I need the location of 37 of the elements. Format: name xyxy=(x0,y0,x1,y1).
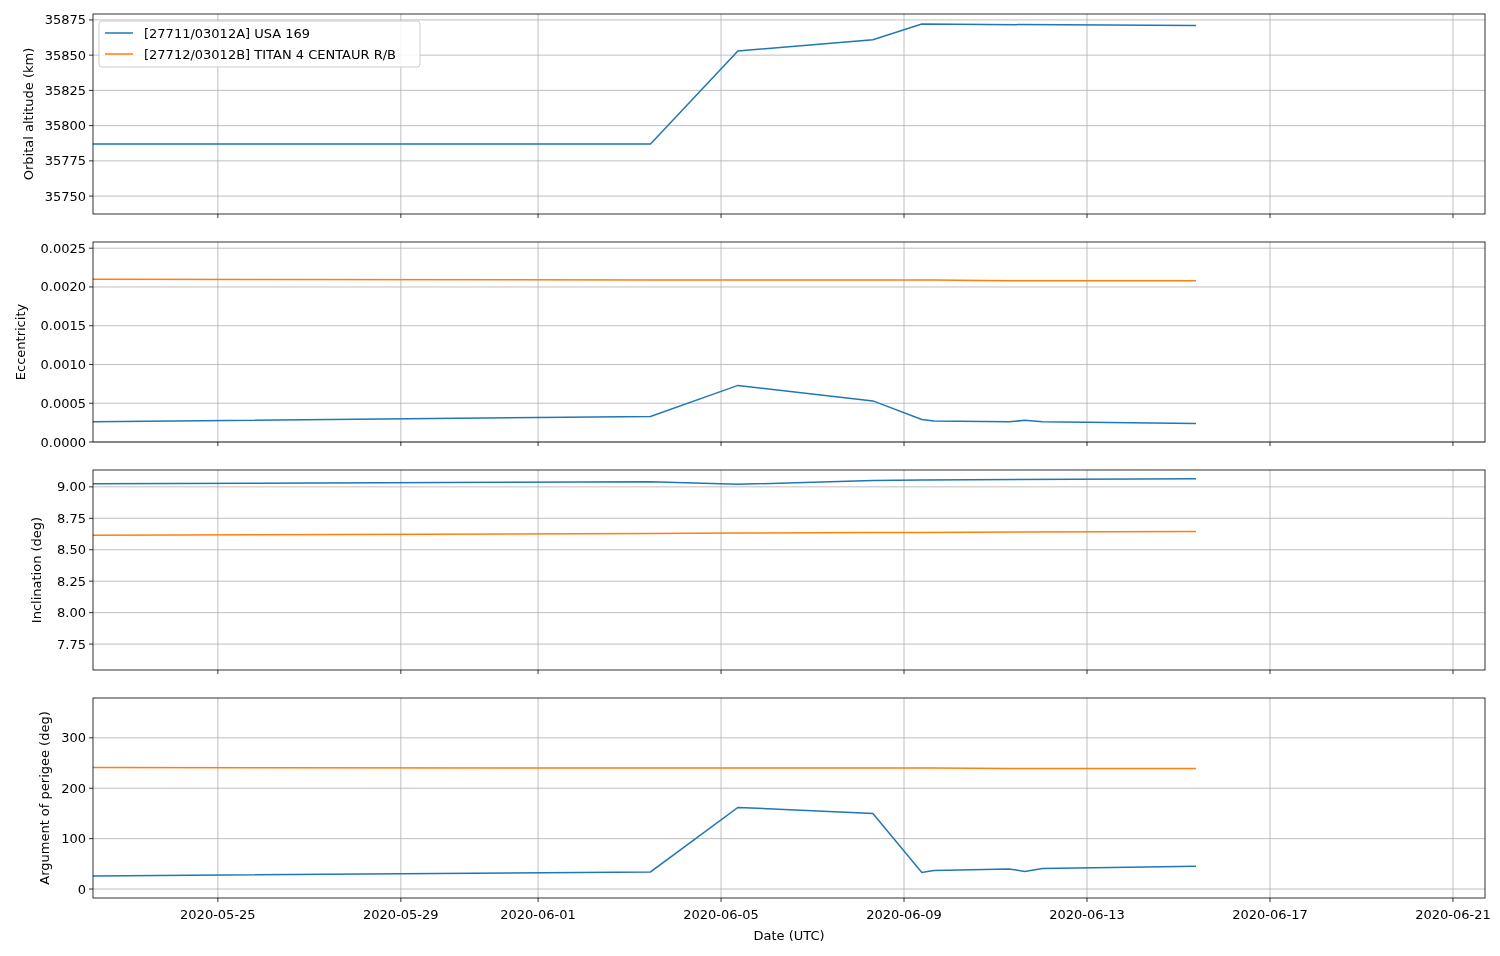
x-tick-label: 2020-06-01 xyxy=(500,907,576,922)
y-tick-label: 35800 xyxy=(44,118,86,134)
x-tick-label: 2020-06-13 xyxy=(1049,907,1125,922)
x-tick-label: 2020-06-05 xyxy=(683,907,759,922)
x-tick-label: 2020-06-09 xyxy=(866,907,942,922)
x-tick-label: 2020-05-29 xyxy=(363,907,439,922)
x-tick-label: 2020-06-17 xyxy=(1232,907,1308,922)
y-tick-label: 0.0020 xyxy=(40,279,86,295)
y-tick-label: 0.0010 xyxy=(40,357,86,372)
y-tick-label: 35775 xyxy=(44,153,86,169)
x-tick-label: 2020-06-21 xyxy=(1415,907,1491,922)
y-tick-label: 7.75 xyxy=(57,636,86,652)
y-tick-label: 0 xyxy=(77,881,86,897)
y-tick-label: 35750 xyxy=(44,188,86,204)
y-tick-label: 200 xyxy=(61,780,86,796)
y-axis-label: Inclination (deg) xyxy=(29,516,45,624)
y-tick-label: 100 xyxy=(61,831,86,847)
y-axis-label: Orbital altitude (km) xyxy=(21,47,36,181)
legend-label: [27711/03012A] USA 169 xyxy=(144,26,311,41)
x-tick-label: 2020-05-25 xyxy=(180,907,256,922)
y-axis-label: Eccentricity xyxy=(12,303,28,381)
y-tick-label: 8.25 xyxy=(57,573,86,589)
y-tick-label: 0.0005 xyxy=(40,395,86,411)
y-tick-label: 8.50 xyxy=(57,542,86,558)
y-tick-label: 0.0025 xyxy=(40,240,86,256)
y-axis-label: Argument of perigee (deg) xyxy=(37,711,53,885)
y-tick-label: 8.75 xyxy=(57,510,86,526)
y-tick-label: 0.0000 xyxy=(40,434,86,450)
y-tick-label: 300 xyxy=(61,730,86,746)
y-tick-label: 35875 xyxy=(44,12,86,28)
y-tick-label: 35825 xyxy=(44,82,86,98)
legend-label: [27712/03012B] TITAN 4 CENTAUR R/B xyxy=(144,47,396,62)
x-axis-label: Date (UTC) xyxy=(753,928,825,943)
y-tick-label: 9.00 xyxy=(57,479,86,495)
y-tick-label: 0.0015 xyxy=(40,318,86,334)
y-tick-label: 8.00 xyxy=(57,605,86,621)
y-tick-label: 35850 xyxy=(44,47,86,63)
